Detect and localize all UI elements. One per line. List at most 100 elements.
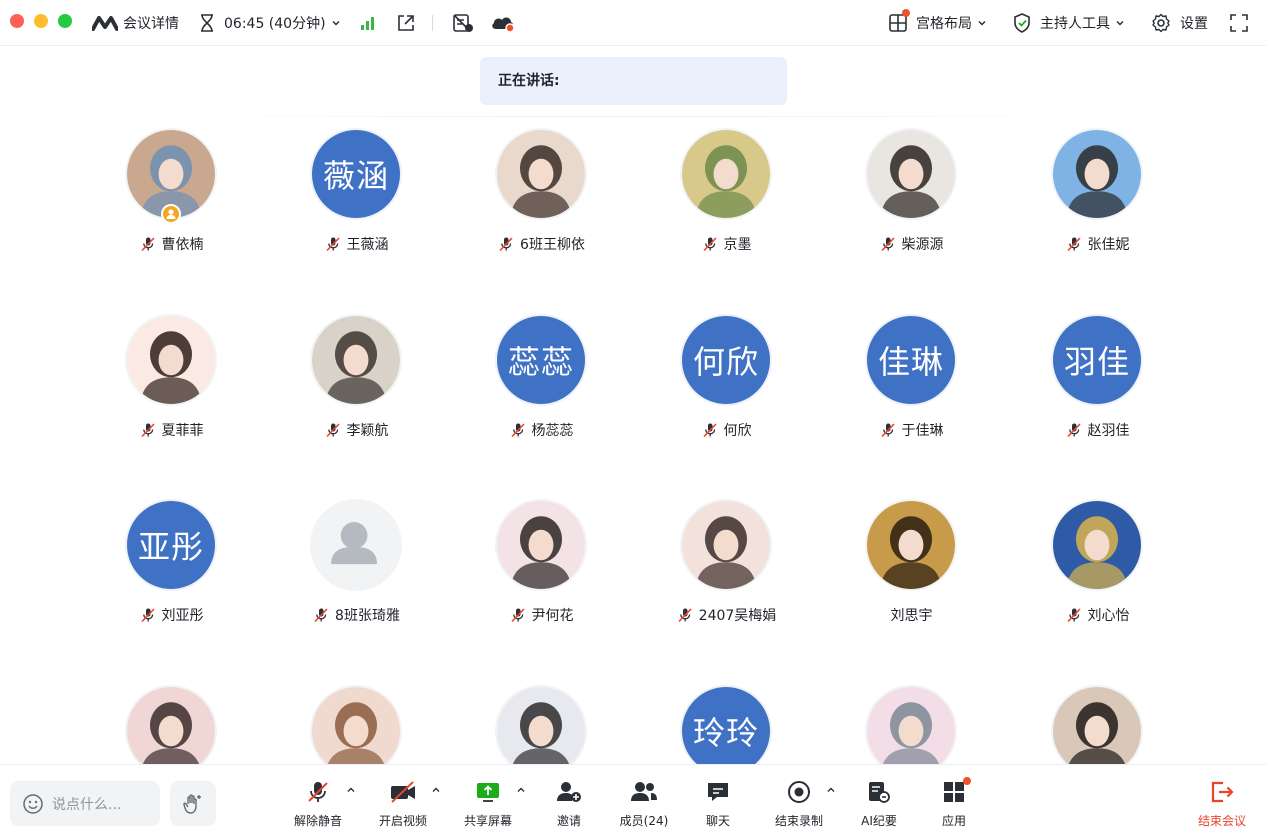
participant-tile[interactable]: 蕊蕊杨蕊蕊 (449, 314, 634, 464)
participant-tile[interactable]: 刘心怡 (1005, 499, 1190, 649)
mic-muted-icon (140, 607, 156, 623)
participant-tile[interactable]: 尹何花 (449, 499, 634, 649)
invite-button[interactable]: 邀请 (529, 779, 609, 829)
ai-minutes-icon (869, 782, 890, 803)
participant-name-row: 6班王柳依 (449, 234, 634, 254)
mic-muted-icon (510, 422, 526, 438)
avatar-photo (310, 314, 402, 406)
chat-quick-input[interactable]: 说点什么... (10, 781, 160, 826)
participant-tile[interactable]: 亚彤 刘亚彤 (79, 499, 264, 649)
recording-options-chevron-icon[interactable] (826, 785, 836, 795)
participant-name: 李颖航 (346, 423, 389, 439)
participant-name-row: 刘思宇 (819, 605, 1004, 625)
avatar-initials: 亚彤 (125, 499, 217, 591)
participant-tile[interactable]: 京墨 (634, 128, 819, 278)
mic-muted-icon (325, 422, 341, 438)
participant-tile[interactable] (264, 685, 449, 764)
active-speaker-label: 正在讲话: (498, 73, 560, 89)
avatar-photo (125, 685, 217, 764)
grid-layout-button[interactable]: 宫格布局 (888, 0, 987, 46)
meeting-timer[interactable]: 06:45 (40分钟) (198, 0, 341, 46)
ai-minutes-button[interactable]: AI纪要 (839, 779, 919, 829)
timer-text: 06:45 (40分钟) (224, 16, 326, 32)
members-button[interactable]: 成员(24) (604, 779, 684, 829)
grid-layout-label: 宫格布局 (916, 16, 972, 32)
participant-name-row: 夏菲菲 (79, 420, 264, 440)
meeting-details-button[interactable]: 会议详情 (92, 0, 179, 46)
end-meeting-button[interactable]: 结束会议 (1182, 779, 1262, 829)
share-screen-label: 共享屏幕 (463, 814, 512, 828)
participant-name-row: 刘亚彤 (79, 605, 264, 625)
video-off-icon (391, 781, 415, 803)
participant-tile[interactable]: 何欣 何欣 (634, 314, 819, 464)
participant-tile[interactable]: 2407吴梅娟 (634, 499, 819, 649)
participant-tile[interactable]: 李颖航 (264, 314, 449, 464)
participant-name: 柴源源 (901, 237, 944, 253)
participant-name-row: 尹何花 (449, 605, 634, 625)
mic-muted-icon (140, 236, 156, 252)
participant-name: 8班张琦雅 (335, 608, 400, 624)
mic-muted-icon (880, 236, 896, 252)
chat-button[interactable]: 聊天 (678, 779, 758, 829)
avatar-photo (1051, 685, 1143, 764)
avatar-initials: 蕊蕊 (495, 314, 587, 406)
title-bar: 会议详情 06:45 (40分钟) 宫格布局 主持人工具 设置 (0, 0, 1266, 46)
start-video-label: 开启视频 (378, 814, 427, 828)
new-badge (963, 777, 971, 785)
default-avatar-icon (310, 499, 402, 591)
end-meeting-label: 结束会议 (1197, 814, 1246, 828)
participant-tile[interactable]: 柴源源 (819, 128, 1004, 278)
mic-muted-icon (140, 422, 156, 438)
meeting-logo-icon (92, 16, 118, 31)
participant-name: 杨蕊蕊 (531, 423, 574, 439)
participant-name-row: 张佳妮 (1005, 234, 1190, 254)
network-signal-icon[interactable] (360, 0, 376, 46)
participant-tile[interactable]: 夏菲菲 (79, 314, 264, 464)
members-label: 成员(24) (619, 814, 669, 828)
chevron-down-icon (332, 20, 340, 26)
participant-name-row: 2407吴梅娟 (634, 605, 819, 625)
audio-options-chevron-icon[interactable] (346, 785, 356, 795)
participant-name-row: 京墨 (634, 234, 819, 254)
mic-muted-icon (702, 236, 718, 252)
participant-tile[interactable]: 羽佳 赵羽佳 (1005, 314, 1190, 464)
participant-name-row: 王薇涵 (264, 234, 449, 254)
settings-button[interactable]: 设置 (1151, 0, 1208, 46)
participant-tile[interactable]: 8班张琦雅 (264, 499, 449, 649)
window-minimize-button[interactable] (34, 14, 48, 28)
mic-muted-icon (1066, 422, 1082, 438)
participant-tile[interactable]: 张佳妮 (1005, 128, 1190, 278)
avatar-initials: 佳琳 (865, 314, 957, 406)
raise-hand-icon (183, 793, 201, 814)
window-zoom-button[interactable] (58, 14, 72, 28)
mic-muted-icon (702, 422, 718, 438)
video-options-chevron-icon[interactable] (431, 785, 441, 795)
avatar-initials: 薇涵 (310, 128, 402, 220)
host-tools-button[interactable]: 主持人工具 (1012, 0, 1125, 46)
participant-name: 刘心怡 (1087, 608, 1130, 624)
cloud-recording-icon[interactable] (490, 0, 516, 46)
window-close-button[interactable] (10, 14, 24, 28)
share-options-chevron-icon[interactable] (516, 785, 526, 795)
participant-tile[interactable] (819, 685, 1004, 764)
participant-tile[interactable]: 曹依楠 (79, 128, 264, 278)
pop-out-icon[interactable] (396, 0, 416, 46)
participant-tile[interactable] (79, 685, 264, 764)
settings-label: 设置 (1180, 16, 1208, 32)
participant-tile[interactable]: 刘思宇 (819, 499, 1004, 649)
participant-name: 王薇涵 (346, 237, 389, 253)
participant-tile[interactable] (449, 685, 634, 764)
raise-hand-button[interactable] (170, 781, 216, 826)
participant-tile[interactable] (1005, 685, 1190, 764)
host-badge-icon (161, 204, 181, 224)
ai-minutes-status-icon[interactable] (452, 0, 474, 46)
apps-button[interactable]: 应用 (914, 777, 994, 829)
fullscreen-button[interactable] (1230, 0, 1248, 46)
participant-name: 刘思宇 (890, 608, 933, 624)
participant-tile[interactable]: 佳琳 于佳琳 (819, 314, 1004, 464)
participant-tile[interactable]: 薇涵王薇涵 (264, 128, 449, 278)
chevron-down-icon (978, 20, 986, 26)
mic-muted-icon (677, 607, 693, 623)
participant-tile[interactable]: 玲玲 (634, 685, 819, 764)
participant-tile[interactable]: 6班王柳依 (449, 128, 634, 278)
